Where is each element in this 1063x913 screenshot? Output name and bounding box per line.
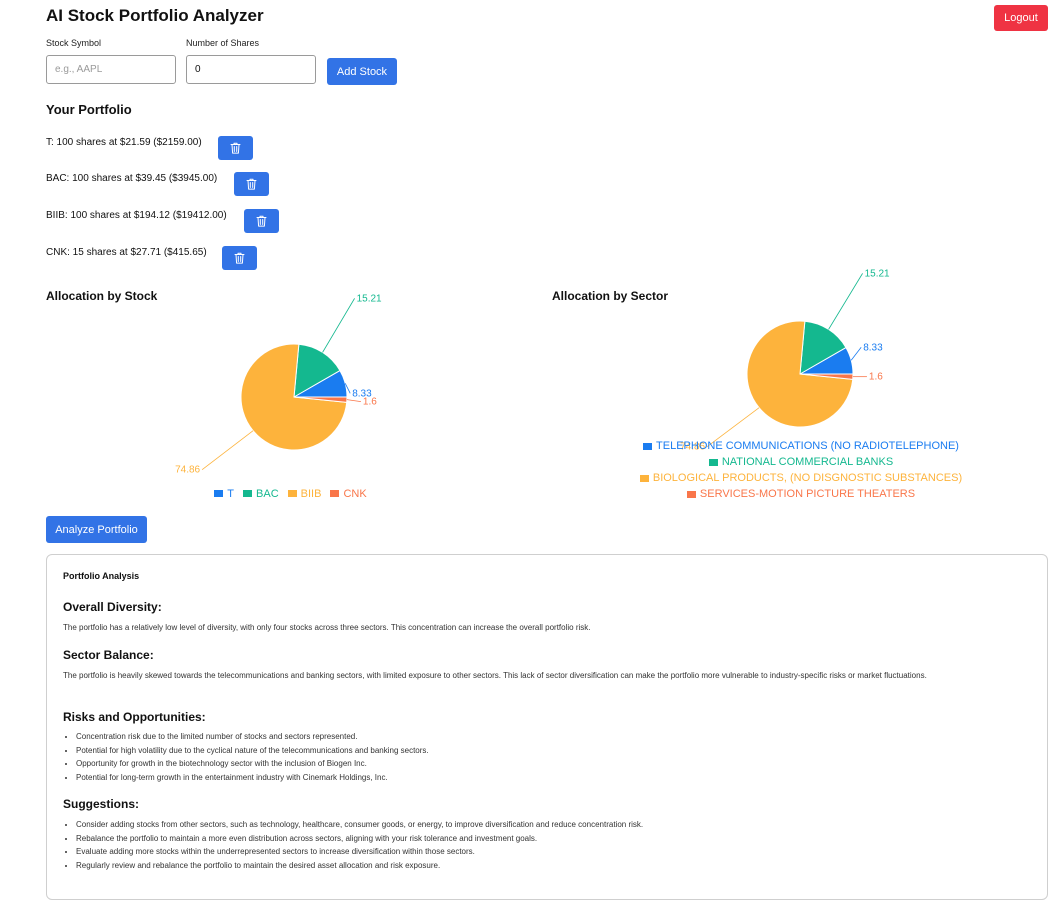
sector-chart-title: Allocation by Sector bbox=[552, 289, 669, 303]
legend-swatch bbox=[330, 490, 340, 497]
list-item: Concentration risk due to the limited nu… bbox=[76, 730, 429, 744]
list-item: Potential for long-term growth in the en… bbox=[76, 771, 429, 785]
add-stock-button[interactable]: Add Stock bbox=[327, 58, 397, 85]
pie-label-line bbox=[828, 273, 863, 330]
legend-swatch bbox=[708, 458, 718, 466]
legend-item[interactable]: NATIONAL COMMERCIAL BANKS bbox=[596, 456, 1006, 468]
pie-value-label: 1.6 bbox=[363, 397, 377, 408]
analyze-portfolio-button[interactable]: Analyze Portfolio bbox=[46, 516, 147, 543]
trash-icon bbox=[246, 178, 257, 190]
delete-stock-button[interactable] bbox=[234, 172, 269, 196]
legend-label: NATIONAL COMMERCIAL BANKS bbox=[721, 456, 894, 468]
legend-item[interactable]: TELEPHONE COMMUNICATIONS (NO RADIOTELEPH… bbox=[596, 440, 1006, 452]
legend-swatch bbox=[287, 490, 297, 497]
diversity-heading: Overall Diversity: bbox=[63, 600, 162, 614]
portfolio-item-text: T: 100 shares at $21.59 ($2159.00) bbox=[46, 137, 202, 148]
stock-allocation-pie-chart: 8.3315.2174.861.6 bbox=[175, 293, 382, 475]
number-of-shares-input[interactable] bbox=[186, 55, 316, 84]
portfolio-item-text: BAC: 100 shares at $39.45 ($3945.00) bbox=[46, 173, 218, 184]
pie-value-label: 15.21 bbox=[357, 293, 382, 304]
analysis-panel: Portfolio Analysis Overall Diversity: Th… bbox=[46, 554, 1048, 900]
legend-label: BIIB bbox=[300, 488, 322, 500]
list-item: Regularly review and rebalance the portf… bbox=[76, 859, 643, 873]
list-item: Opportunity for growth in the biotechnol… bbox=[76, 757, 429, 771]
stock-chart-title: Allocation by Stock bbox=[46, 289, 158, 303]
risks-list: Concentration risk due to the limited nu… bbox=[63, 730, 429, 784]
trash-icon bbox=[234, 252, 245, 264]
pie-label-line bbox=[322, 298, 355, 353]
logout-button[interactable]: Logout bbox=[994, 5, 1048, 31]
legend-label: BIOLOGICAL PRODUCTS, (NO DISGNOSTIC SUBS… bbox=[652, 472, 963, 484]
legend-swatch bbox=[686, 490, 696, 498]
pie-label-line bbox=[850, 347, 862, 361]
list-item: Potential for high volatility due to the… bbox=[76, 744, 429, 758]
sector-balance-heading: Sector Balance: bbox=[63, 648, 154, 662]
sector-allocation-pie-chart: 8.3315.2174.861.6 bbox=[680, 268, 890, 452]
diversity-text: The portfolio has a relatively low level… bbox=[63, 623, 591, 632]
legend-item[interactable]: SERVICES-MOTION PICTURE THEATERS bbox=[596, 488, 1006, 500]
legend-swatch bbox=[243, 490, 253, 497]
legend-label: SERVICES-MOTION PICTURE THEATERS bbox=[699, 488, 916, 500]
portfolio-item-text: CNK: 15 shares at $27.71 ($415.65) bbox=[46, 247, 207, 258]
analysis-title: Portfolio Analysis bbox=[63, 571, 140, 581]
delete-stock-button[interactable] bbox=[218, 136, 253, 160]
delete-stock-button[interactable] bbox=[222, 246, 257, 270]
pie-label-line bbox=[346, 399, 361, 403]
pie-value-label: 8.33 bbox=[863, 342, 883, 353]
pie-value-label: 1.6 bbox=[869, 372, 883, 383]
legend-label: CNK bbox=[343, 488, 367, 500]
list-item: Evaluate adding more stocks within the u… bbox=[76, 845, 643, 859]
delete-stock-button[interactable] bbox=[244, 209, 279, 233]
pie-value-label: 15.21 bbox=[865, 268, 890, 279]
suggestions-list: Consider adding stocks from other sector… bbox=[63, 818, 643, 872]
stock-symbol-input[interactable] bbox=[46, 55, 176, 84]
list-item: Consider adding stocks from other sector… bbox=[76, 818, 643, 832]
portfolio-item-text: BIIB: 100 shares at $194.12 ($19412.00) bbox=[46, 210, 227, 221]
stock-symbol-label: Stock Symbol bbox=[46, 38, 102, 48]
trash-icon bbox=[256, 215, 267, 227]
portfolio-heading: Your Portfolio bbox=[46, 102, 132, 117]
legend-swatch bbox=[639, 474, 649, 482]
page-title: AI Stock Portfolio Analyzer bbox=[46, 6, 264, 25]
risks-heading: Risks and Opportunities: bbox=[63, 710, 206, 724]
legend-item[interactable]: BIIB bbox=[287, 488, 322, 500]
legend-label: TELEPHONE COMMUNICATIONS (NO RADIOTELEPH… bbox=[656, 440, 959, 452]
pie-value-label: 74.86 bbox=[175, 465, 200, 476]
legend-label: BAC bbox=[256, 488, 279, 500]
pie-label-line bbox=[201, 430, 254, 471]
sector-balance-text: The portfolio is heavily skewed towards … bbox=[63, 671, 927, 680]
legend-item[interactable]: T bbox=[214, 488, 234, 500]
legend-swatch bbox=[643, 442, 653, 450]
legend-swatch bbox=[214, 490, 224, 497]
suggestions-heading: Suggestions: bbox=[63, 797, 140, 811]
list-item: Rebalance the portfolio to maintain a mo… bbox=[76, 832, 643, 846]
legend-item[interactable]: BIOLOGICAL PRODUCTS, (NO DISGNOSTIC SUBS… bbox=[596, 472, 1006, 484]
trash-icon bbox=[230, 142, 241, 154]
legend-item[interactable]: BAC bbox=[243, 488, 279, 500]
number-of-shares-label: Number of Shares bbox=[186, 38, 260, 48]
legend-label: T bbox=[227, 488, 235, 500]
legend-item[interactable]: CNK bbox=[330, 488, 367, 500]
